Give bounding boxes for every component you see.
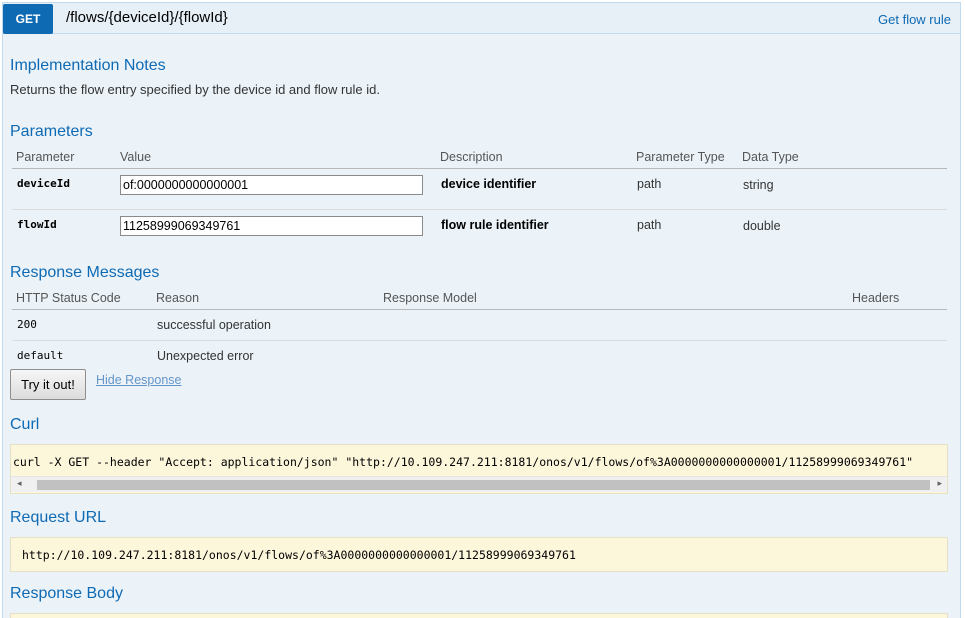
param-header-divider (12, 168, 947, 169)
resp-reason-200: successful operation (157, 318, 271, 332)
param-name-deviceid: deviceId (17, 177, 70, 190)
operation-summary-link[interactable]: Get flow rule (878, 12, 951, 27)
response-body-block (10, 613, 948, 618)
param-type-flowid: path (637, 218, 662, 232)
http-method-badge[interactable]: GET (3, 4, 53, 34)
param-header-data-type: Data Type (742, 150, 799, 164)
resp-reason-default: Unexpected error (157, 349, 254, 363)
param-header-description: Description (440, 150, 503, 164)
response-body-heading: Response Body (10, 585, 123, 602)
scroll-right-arrow-icon[interactable]: ▸ (937, 478, 942, 489)
operation-path[interactable]: /flows/{deviceId}/{flowId} (66, 9, 228, 26)
operation-header[interactable]: GET /flows/{deviceId}/{flowId} Get flow … (3, 3, 960, 34)
response-messages-heading: Response Messages (10, 264, 160, 281)
resp-code-200: 200 (17, 318, 37, 331)
implementation-notes-heading: Implementation Notes (10, 57, 166, 74)
flowid-input[interactable] (120, 216, 423, 236)
resp-header-status-code: HTTP Status Code (16, 291, 121, 305)
parameters-heading: Parameters (10, 123, 93, 140)
param-desc-deviceid: device identifier (441, 177, 537, 191)
curl-heading: Curl (10, 416, 40, 433)
resp-row-divider (12, 340, 947, 341)
data-type-deviceid: string (743, 178, 774, 192)
scrollbar-thumb[interactable] (37, 480, 930, 490)
param-header-value: Value (120, 150, 152, 164)
deviceid-input[interactable] (120, 175, 423, 195)
request-url-heading: Request URL (10, 509, 107, 526)
resp-header-reason: Reason (156, 291, 200, 305)
try-it-out-button[interactable]: Try it out! (10, 369, 86, 400)
curl-horizontal-scrollbar[interactable]: ◂ ▸ (11, 476, 947, 492)
resp-code-default: default (17, 349, 64, 362)
data-type-flowid: double (743, 219, 781, 233)
param-header-parameter-type: Parameter Type (636, 150, 725, 164)
param-desc-flowid: flow rule identifier (441, 218, 549, 232)
implementation-notes-text: Returns the flow entry specified by the … (10, 82, 380, 97)
param-row-divider (12, 209, 947, 210)
param-type-deviceid: path (637, 177, 662, 191)
resp-header-divider (12, 309, 947, 310)
param-header-parameter: Parameter (16, 150, 75, 164)
scroll-left-arrow-icon[interactable]: ◂ (17, 478, 22, 489)
resp-header-headers: Headers (852, 291, 900, 305)
hide-response-link[interactable]: Hide Response (96, 373, 181, 387)
resp-header-response-model: Response Model (383, 291, 477, 305)
param-name-flowid: flowId (17, 218, 57, 231)
curl-command: curl -X GET --header "Accept: applicatio… (13, 455, 914, 469)
request-url-text: http://10.109.247.211:8181/onos/v1/flows… (22, 548, 576, 562)
request-url-block: http://10.109.247.211:8181/onos/v1/flows… (10, 537, 948, 572)
